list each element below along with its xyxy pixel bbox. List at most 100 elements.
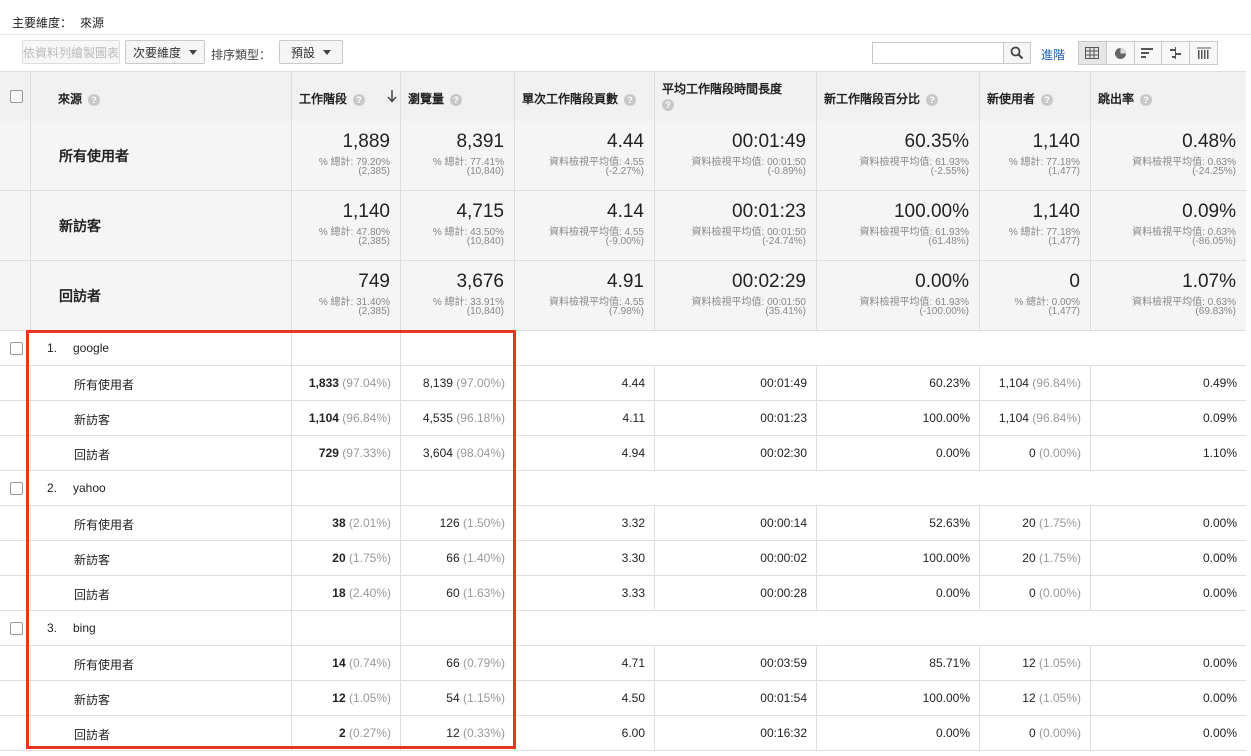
new-sessions-pct: 100.00% [922, 411, 970, 425]
summary-subtext: (-2.55%) [930, 166, 969, 177]
summary-cell: 0.09% 資料檢視平均值: 0.63% (-86.05%) [1090, 191, 1246, 260]
summary-value: 4,715 [456, 201, 504, 222]
pages-per-session: 4.71 [621, 656, 645, 670]
summary-cell: 100.00% 資料檢視平均值: 61.93% (61.48%) [816, 191, 979, 260]
column-header-source[interactable]: 來源? [30, 72, 291, 121]
row-checkbox[interactable] [10, 622, 23, 635]
bar-chart-icon [1141, 48, 1154, 58]
new-sessions-pct: 100.00% [922, 691, 970, 705]
column-header-sessions[interactable]: 工作階段? [291, 72, 400, 121]
summary-subtext: (2,385) [358, 166, 390, 177]
segment-label: 新訪客 [59, 217, 101, 234]
new-sessions-pct: 85.71% [929, 656, 970, 670]
pie-view-button[interactable] [1105, 42, 1134, 64]
search-input[interactable] [872, 42, 1004, 64]
comparison-icon [1170, 47, 1182, 59]
column-header-new-sessions-pct[interactable]: 新工作階段百分比? [816, 72, 979, 121]
summary-subtext: (35.41%) [765, 306, 806, 317]
summary-subtext: (69.83%) [1195, 306, 1236, 317]
summary-row: 新訪客 1,140% 總計: 47.80% (2,385) 4,715% 總計: 43… [0, 191, 1246, 261]
summary-value: 1,140 [1032, 201, 1080, 222]
table-view-button[interactable] [1079, 42, 1106, 64]
summary-cell: 1,140% 總計: 47.80% (2,385) [291, 191, 400, 260]
row-checkbox[interactable] [10, 342, 23, 355]
sort-type-label: 排序類型： [211, 48, 272, 62]
new-users-pct: (0.00%) [1038, 586, 1081, 600]
table-header: 來源? 工作階段? 瀏覽量? 單次工作階段頁數? 平均工作階段時間長度 ? 新工… [0, 71, 1246, 122]
summary-cell: 60.35% 資料檢視平均值: 61.93% (-2.55%) [816, 121, 979, 190]
summary-value: 8,391 [456, 131, 504, 152]
summary-subtext: (-100.00%) [919, 306, 969, 317]
help-icon: ? [662, 99, 674, 111]
summary-value: 0.48% [1182, 131, 1236, 152]
column-header-bounce-rate[interactable]: 跳出率? [1090, 72, 1246, 121]
row-checkbox[interactable] [10, 482, 23, 495]
new-users-value: 12 [1022, 691, 1036, 705]
summary-cell: 0% 總計: 0.00% (1,477) [979, 261, 1090, 330]
summary-value: 100.00% [893, 201, 969, 222]
new-sessions-pct: 0.00% [935, 586, 970, 600]
summary-cell: 1.07% 資料檢視平均值: 0.63% (69.83%) [1090, 261, 1246, 330]
summary-subtext: (2,385) [358, 306, 390, 317]
highlight-box [26, 330, 516, 749]
plot-rows-label: 依資料列繪製圖表 [23, 45, 120, 60]
bounce-rate: 0.00% [1202, 656, 1237, 670]
pivot-view-button[interactable] [1189, 42, 1217, 64]
summary-subtext: (-9.00%) [605, 236, 644, 247]
search-button[interactable] [1003, 42, 1031, 64]
summary-subtext: (-2.27%) [605, 166, 644, 177]
primary-dimension-value[interactable]: 來源 [80, 14, 104, 31]
avg-duration: 00:01:54 [760, 691, 807, 705]
advanced-link[interactable]: 進階 [1041, 46, 1065, 63]
summary-value: 1,140 [1032, 131, 1080, 152]
avg-duration: 00:00:28 [760, 586, 807, 600]
column-header-pageviews[interactable]: 瀏覽量? [400, 72, 514, 121]
pivot-icon [1196, 47, 1211, 59]
new-users-value: 20 [1022, 551, 1036, 565]
pie-chart-icon [1114, 47, 1126, 59]
help-icon: ? [624, 93, 637, 106]
column-header-pages-per-session[interactable]: 單次工作階段頁數? [514, 72, 654, 121]
summary-subtext: (-24.25%) [1192, 166, 1236, 177]
new-users-pct: (96.84%) [1032, 411, 1081, 425]
summary-subtext: (10,840) [466, 166, 504, 177]
bounce-rate: 0.00% [1202, 551, 1237, 565]
column-header-new-users[interactable]: 新使用者? [979, 72, 1090, 121]
avg-duration: 00:01:49 [760, 376, 807, 390]
secondary-dimension-dropdown[interactable]: 次要維度 [125, 40, 205, 64]
new-sessions-pct: 60.23% [929, 376, 970, 390]
primary-dimension-bar: 主要維度： 來源 [0, 0, 1251, 35]
summary-value: 00:01:49 [732, 131, 806, 152]
plot-rows-button[interactable]: 依資料列繪製圖表 [22, 40, 120, 64]
summary-value: 1,140 [342, 201, 390, 222]
sort-type-dropdown[interactable]: 預設 [279, 40, 343, 64]
sort-type-value: 預設 [290, 45, 315, 60]
pages-per-session: 3.32 [621, 516, 645, 530]
summary-cell: 0.48% 資料檢視平均值: 0.63% (-24.25%) [1090, 121, 1246, 190]
new-users-pct: (0.00%) [1038, 726, 1081, 740]
summary-value: 4.91 [607, 271, 644, 292]
select-all-checkbox[interactable] [10, 90, 23, 103]
column-header-avg-duration[interactable]: 平均工作階段時間長度 ? [654, 72, 816, 121]
new-sessions-pct: 0.00% [935, 726, 970, 740]
new-users-pct: (1.75%) [1038, 516, 1081, 530]
bounce-rate: 0.00% [1202, 586, 1237, 600]
summary-subtext: (1,477) [1048, 306, 1080, 317]
search-icon [1010, 46, 1024, 60]
summary-subtext: (1,477) [1048, 166, 1080, 177]
pages-per-session: 3.30 [621, 551, 645, 565]
new-users-pct: (0.00%) [1038, 446, 1081, 460]
summary-value: 0.00% [915, 271, 969, 292]
summary-cell: 0.00% 資料檢視平均值: 61.93% (-100.00%) [816, 261, 979, 330]
primary-dimension-label: 主要維度： [12, 16, 73, 30]
chevron-down-icon [323, 49, 331, 55]
new-sessions-pct: 0.00% [935, 446, 970, 460]
avg-duration: 00:00:14 [760, 516, 807, 530]
new-sessions-pct: 100.00% [922, 551, 970, 565]
avg-duration: 00:03:59 [760, 656, 807, 670]
bounce-rate: 0.09% [1202, 411, 1237, 425]
comparison-view-button[interactable] [1161, 42, 1190, 64]
new-users-value: 12 [1022, 656, 1036, 670]
performance-view-button[interactable] [1133, 42, 1162, 64]
summary-value: 00:01:23 [732, 201, 806, 222]
